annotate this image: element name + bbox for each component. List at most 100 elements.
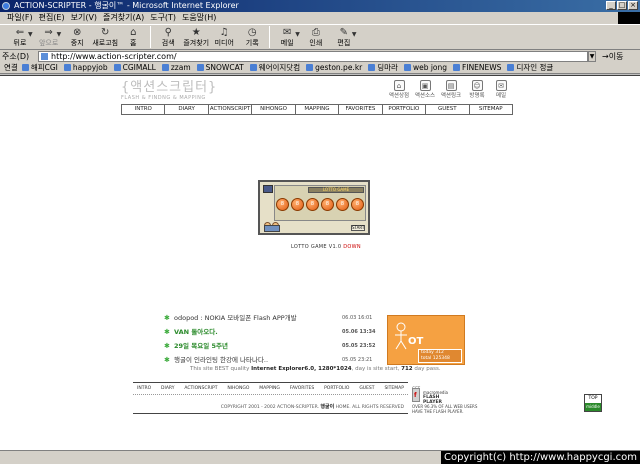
nav-intro[interactable]: INTRO bbox=[122, 105, 166, 114]
back-dropdown-icon[interactable]: ▼ bbox=[28, 31, 33, 38]
link-page-icon bbox=[63, 64, 71, 71]
flash-logo-icon: f bbox=[412, 388, 420, 402]
news-date: 06.03 16:01 bbox=[342, 315, 373, 321]
link-item[interactable]: CGIMALL bbox=[113, 63, 156, 72]
menu-favorites[interactable]: 즐겨찾기(A) bbox=[100, 12, 147, 24]
maximize-button[interactable]: □ bbox=[617, 1, 627, 10]
history-button[interactable]: ◷ 기록 bbox=[238, 25, 266, 47]
media-button[interactable]: ♫ 미디어 bbox=[210, 25, 238, 47]
forward-dropdown-icon[interactable]: ▼ bbox=[57, 31, 62, 38]
link-page-icon bbox=[368, 64, 376, 71]
link-page-icon bbox=[453, 64, 461, 71]
link-item[interactable]: 디자인 정글 bbox=[507, 62, 553, 73]
address-dropdown-icon[interactable]: ▼ bbox=[588, 50, 596, 62]
address-input[interactable]: http://www.action-scripter.com/ bbox=[38, 50, 588, 62]
refresh-icon: ↻ bbox=[101, 27, 110, 38]
print-button[interactable]: ⎙ 인쇄 bbox=[302, 25, 330, 47]
footer-navigation: INTRO DIARY ACTIONSCRIPT NIHONGO MAPPING… bbox=[133, 383, 408, 395]
refresh-button[interactable]: ↻ 새로고침 bbox=[91, 25, 119, 47]
footer-nav-actionscript[interactable]: ACTIONSCRIPT bbox=[184, 386, 217, 391]
footer-nav-nihongo[interactable]: NIHONGO bbox=[227, 386, 249, 391]
menubar: 파일(F) 편집(E) 보기(V) 즐겨찾기(A) 도구(T) 도움말(H) bbox=[0, 12, 640, 24]
news-item[interactable]: ✱ 29일 목요일 5주년 05.05 23:52 bbox=[164, 340, 375, 354]
nav-actionscript[interactable]: ACTIONSCRIPT bbox=[209, 105, 253, 114]
get-flash-player[interactable]: GET f macromedia FLASH PLAYER OVER 96.3%… bbox=[410, 386, 500, 416]
disk-icon: ▣ bbox=[419, 80, 431, 91]
site-logo[interactable]: {액션스크립터} FLASH & FINDNG & MAPPING bbox=[121, 80, 221, 101]
link-item[interactable]: 딩마라 bbox=[368, 62, 398, 73]
search-button[interactable]: ⚲ 검색 bbox=[154, 25, 182, 47]
news-date: 05.05 23:21 bbox=[342, 357, 373, 363]
go-button[interactable]: →이동 bbox=[602, 51, 623, 62]
link-item[interactable]: zzam bbox=[161, 63, 191, 72]
link-page-icon bbox=[249, 64, 257, 71]
link-item[interactable]: 해피CGI bbox=[21, 62, 58, 73]
footer-nav-mapping[interactable]: MAPPING bbox=[259, 386, 280, 391]
quick-link-guestbook[interactable]: ☺ 방명록 bbox=[464, 80, 490, 99]
search-icon: ⚲ bbox=[164, 27, 172, 38]
quick-link-mail[interactable]: ✉ 메일 bbox=[488, 80, 514, 99]
lotto-start-button[interactable]: START bbox=[351, 225, 365, 231]
close-button[interactable]: × bbox=[628, 1, 638, 10]
link-item[interactable]: geston.pe.kr bbox=[306, 63, 362, 72]
lotto-flash-game[interactable]: LOTTO GAME 8 8 8 8 8 8 START bbox=[258, 180, 370, 235]
nav-nihongo[interactable]: NIHONGO bbox=[252, 105, 296, 114]
link-item[interactable]: 웨어이지닷컴 bbox=[249, 62, 300, 73]
stop-button[interactable]: ⊗ 중지 bbox=[63, 25, 91, 47]
quick-link-source[interactable]: ▣ 액션소스 bbox=[412, 80, 438, 99]
flash-player-description: OVER 96.3% OF ALL WEB USERS HAVE THE FLA… bbox=[412, 404, 478, 414]
menu-view[interactable]: 보기(V) bbox=[68, 12, 100, 24]
lotto-download-link[interactable]: DOWN bbox=[343, 244, 361, 250]
menu-tools[interactable]: 도구(T) bbox=[147, 12, 179, 24]
quick-link-shop[interactable]: ⌂ 액션상점 bbox=[386, 80, 412, 99]
menu-file[interactable]: 파일(F) bbox=[4, 12, 36, 24]
footer-nav-sitemap[interactable]: SITEMAP bbox=[384, 386, 403, 391]
link-page-icon bbox=[196, 64, 204, 71]
mail-icon: ✉ bbox=[495, 80, 507, 91]
news-item[interactable]: ✱ odopod : NOKIA 모바일폰 Flash APP개발 06.03 … bbox=[164, 312, 374, 326]
favorites-button[interactable]: ★ 즐겨찾기 bbox=[182, 25, 210, 47]
macromedia-label: macromedia FLASH PLAYER bbox=[423, 390, 449, 405]
footer-nav-guest[interactable]: GUEST bbox=[359, 386, 374, 391]
link-item[interactable]: happyjob bbox=[63, 63, 108, 72]
link-item[interactable]: FINENEWS bbox=[453, 63, 501, 72]
link-item[interactable]: SNOWCAT bbox=[196, 63, 244, 72]
menu-edit[interactable]: 편집(E) bbox=[36, 12, 68, 24]
nav-mapping[interactable]: MAPPING bbox=[296, 105, 340, 114]
nav-diary[interactable]: DIARY bbox=[165, 105, 209, 114]
star-bullet-icon: ✱ bbox=[164, 342, 170, 350]
footer-nav-favorites[interactable]: FAVORITES bbox=[290, 386, 314, 391]
lotto-ball: 8 bbox=[351, 198, 364, 211]
home-icon: ⌂ bbox=[130, 27, 137, 38]
lotto-tab[interactable] bbox=[264, 225, 280, 232]
link-item[interactable]: web jong bbox=[403, 63, 447, 72]
edit-dropdown-icon[interactable]: ▼ bbox=[352, 31, 357, 38]
star-bullet-icon: ✱ bbox=[164, 328, 170, 336]
nav-guest[interactable]: GUEST bbox=[426, 105, 470, 114]
menu-help[interactable]: 도움말(H) bbox=[179, 12, 219, 24]
link-page-icon bbox=[507, 64, 515, 71]
scroll-top-button[interactable]: TOP middle bbox=[584, 394, 602, 412]
lotto-caption[interactable]: LOTTO GAME V1.0 DOWN bbox=[291, 244, 361, 250]
forward-arrow-icon: ⇒ bbox=[44, 27, 53, 38]
visitor-stats: today 312 total 125348 bbox=[418, 349, 462, 363]
home-button[interactable]: ⌂ 홈 bbox=[119, 25, 147, 47]
links-bar: 연결 해피CGI happyjob CGIMALL zzam SNOWCAT 웨… bbox=[0, 62, 640, 74]
lotto-banner: LOTTO GAME bbox=[308, 187, 364, 193]
copyright-watermark: Copyright(c) http://www.happycgi.com bbox=[440, 451, 640, 464]
mail-dropdown-icon[interactable]: ▼ bbox=[295, 31, 300, 38]
footer-nav-intro[interactable]: INTRO bbox=[137, 386, 151, 391]
nav-portfolio[interactable]: PORTFOLIO bbox=[383, 105, 427, 114]
nav-favorites[interactable]: FAVORITES bbox=[339, 105, 383, 114]
footer-nav-portfolio[interactable]: PORTFOLIO bbox=[324, 386, 349, 391]
minimize-button[interactable]: _ bbox=[606, 1, 616, 10]
links-label: 연결 bbox=[4, 63, 18, 72]
quick-link-links[interactable]: ▤ 액션링크 bbox=[438, 80, 464, 99]
footer-nav-diary[interactable]: DIARY bbox=[161, 386, 174, 391]
corner-widget-icon bbox=[263, 185, 273, 193]
nav-sitemap[interactable]: SITEMAP bbox=[470, 105, 512, 114]
news-item[interactable]: ✱ VAN 돌아오다. 05.06 13:34 bbox=[164, 326, 375, 340]
status-bar: Copyright(c) http://www.happycgi.com bbox=[0, 450, 640, 464]
windows-logo-icon bbox=[618, 12, 640, 24]
promo-banner[interactable]: OT today 312 total 125348 bbox=[387, 315, 465, 365]
